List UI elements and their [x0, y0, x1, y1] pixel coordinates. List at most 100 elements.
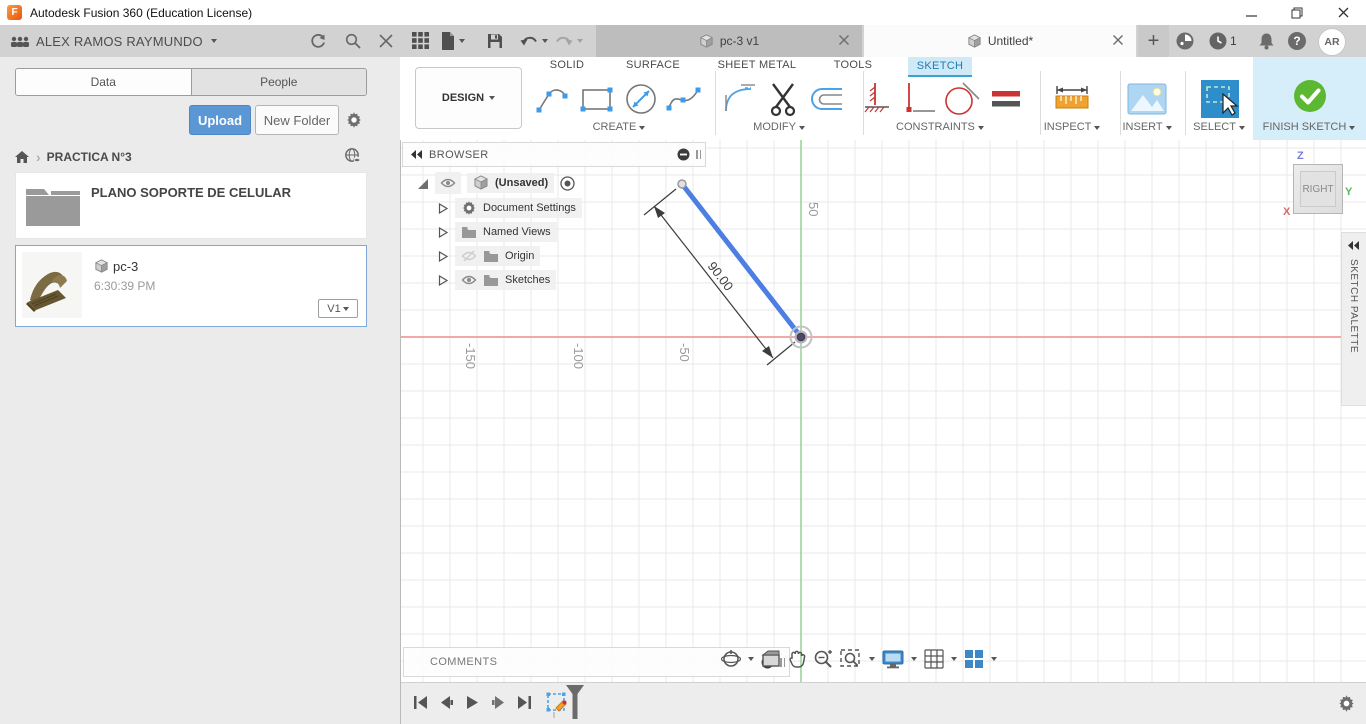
close-tab-icon[interactable] [1112, 34, 1124, 46]
sketch-endpoint[interactable] [677, 179, 687, 189]
close-tab-icon[interactable] [838, 34, 850, 46]
collapsed-arrow-icon[interactable] [438, 251, 449, 262]
tab-tools[interactable]: TOOLS [826, 59, 880, 75]
viewports-icon[interactable] [964, 649, 984, 669]
restore-button[interactable] [1274, 0, 1320, 25]
display-settings-icon[interactable] [882, 650, 904, 669]
save-icon[interactable] [487, 33, 503, 49]
view-cube[interactable]: Z RIGHT X Y [1281, 150, 1356, 227]
avatar[interactable]: AR [1318, 28, 1346, 56]
refresh-icon[interactable] [310, 33, 326, 49]
view-cube-face[interactable]: RIGHT [1293, 164, 1343, 214]
expand-panel-icon[interactable] [1348, 241, 1360, 250]
constraint-equal-tool[interactable] [986, 79, 1026, 119]
document-tab-untitled[interactable]: Untitled* [864, 25, 1136, 57]
file-menu-button[interactable] [441, 32, 465, 50]
browser-header[interactable]: BROWSER [402, 142, 706, 167]
orbit-icon[interactable] [721, 649, 741, 669]
expanded-arrow-icon[interactable] [416, 177, 429, 190]
show-data-panel-icon[interactable] [412, 32, 430, 50]
chevron-down-icon[interactable] [911, 657, 917, 661]
breadcrumb-folder[interactable]: PRACTICA N°3 [47, 150, 132, 164]
insert-image-tool[interactable] [1127, 79, 1167, 119]
chevron-down-icon[interactable] [951, 657, 957, 661]
play-icon[interactable] [465, 695, 480, 710]
notifications-bell-icon[interactable] [1258, 32, 1275, 50]
fit-icon[interactable] [840, 649, 862, 669]
collapsed-arrow-icon[interactable] [438, 203, 449, 214]
constraint-fix-tool[interactable] [858, 79, 898, 119]
new-tab-button[interactable]: + [1138, 25, 1169, 57]
viewport-canvas[interactable]: 90.00 -150 -100 -50 50 BROWSER (Unsaved)… [401, 140, 1366, 682]
home-icon[interactable] [14, 150, 30, 164]
circle-tool[interactable] [621, 79, 661, 119]
group-create[interactable]: CREATE [554, 121, 684, 133]
zoom-icon[interactable] [813, 649, 833, 669]
collapsed-arrow-icon[interactable] [438, 275, 449, 286]
group-modify[interactable]: MODIFY [714, 121, 844, 133]
file-item-selected[interactable]: pc-3 6:30:39 PM V1 [15, 245, 367, 327]
tab-sheet-metal[interactable]: SHEET METAL [713, 59, 801, 75]
timeline-playhead[interactable] [565, 685, 585, 719]
folder-item[interactable]: PLANO SOPORTE DE CELULAR [15, 172, 367, 239]
timeline-settings-gear-icon[interactable] [1337, 694, 1356, 713]
browser-item-origin[interactable]: Origin [438, 245, 541, 267]
go-to-start-icon[interactable] [413, 695, 428, 710]
workspace-selector[interactable]: DESIGN [415, 67, 522, 129]
trim-tool[interactable] [763, 79, 803, 119]
activate-radio-icon[interactable] [560, 175, 575, 191]
panel-drag-handle[interactable] [696, 150, 701, 159]
spline-tool[interactable] [664, 79, 704, 119]
tab-surface[interactable]: SURFACE [619, 59, 687, 75]
grid-display-icon[interactable] [924, 649, 944, 669]
browser-item-named-views[interactable]: Named Views [438, 221, 557, 243]
upload-button[interactable]: Upload [189, 105, 251, 135]
go-to-end-icon[interactable] [517, 695, 532, 710]
finish-sketch-button[interactable]: FINISH SKETCH [1253, 57, 1366, 140]
minimize-button[interactable] [1228, 0, 1274, 25]
look-at-icon[interactable] [761, 650, 781, 668]
tab-data[interactable]: Data [16, 69, 191, 95]
eye-icon[interactable] [461, 272, 477, 288]
sketch-line[interactable] [679, 181, 804, 340]
pan-hand-icon[interactable] [788, 649, 806, 669]
step-forward-icon[interactable] [491, 695, 506, 710]
measure-tool[interactable] [1052, 79, 1092, 119]
job-status-button[interactable]: 1 [1209, 32, 1237, 50]
redo-button[interactable] [555, 34, 583, 48]
group-constraints[interactable]: CONSTRAINTS [875, 121, 1005, 133]
tab-sketch[interactable]: SKETCH [908, 57, 972, 75]
origin-point[interactable] [796, 332, 806, 342]
constraint-tangent-tool[interactable] [942, 79, 982, 119]
browser-item-document-settings[interactable]: Document Settings [438, 197, 582, 219]
collapse-panel-icon[interactable] [411, 150, 423, 159]
close-window-button[interactable] [1320, 0, 1366, 25]
username-dropdown[interactable]: ALEX RAMOS RAYMUNDO [36, 34, 203, 49]
offset-tool[interactable] [805, 79, 845, 119]
close-panel-icon[interactable] [379, 34, 393, 48]
undo-button[interactable] [520, 34, 548, 48]
constraint-horizontal-vertical-tool[interactable] [900, 79, 940, 119]
chevron-down-icon[interactable] [748, 657, 754, 661]
minimize-panel-icon[interactable] [677, 148, 690, 161]
fillet-tool[interactable] [721, 79, 761, 119]
line-tool[interactable] [533, 79, 573, 119]
settings-gear-icon[interactable] [345, 111, 363, 129]
share-globe-icon[interactable] [344, 147, 362, 165]
chevron-down-icon[interactable] [869, 657, 875, 661]
visibility-toggle[interactable] [435, 172, 461, 194]
rectangle-tool[interactable] [577, 79, 617, 119]
collapsed-arrow-icon[interactable] [438, 227, 449, 238]
sketch-palette-tab[interactable]: SKETCH PALETTE [1341, 232, 1366, 406]
tab-solid[interactable]: SOLID [540, 59, 594, 75]
chevron-down-icon[interactable] [991, 657, 997, 661]
extensions-icon[interactable] [1176, 32, 1194, 50]
browser-root-row[interactable]: (Unsaved) [416, 172, 575, 194]
root-component[interactable]: (Unsaved) [467, 173, 555, 193]
step-back-icon[interactable] [439, 695, 454, 710]
help-icon[interactable]: ? [1288, 32, 1306, 50]
new-folder-button[interactable]: New Folder [255, 105, 339, 135]
version-dropdown[interactable]: V1 [318, 299, 358, 318]
eye-off-icon[interactable] [461, 248, 477, 264]
document-tab-pc3[interactable]: pc-3 v1 [596, 25, 862, 57]
